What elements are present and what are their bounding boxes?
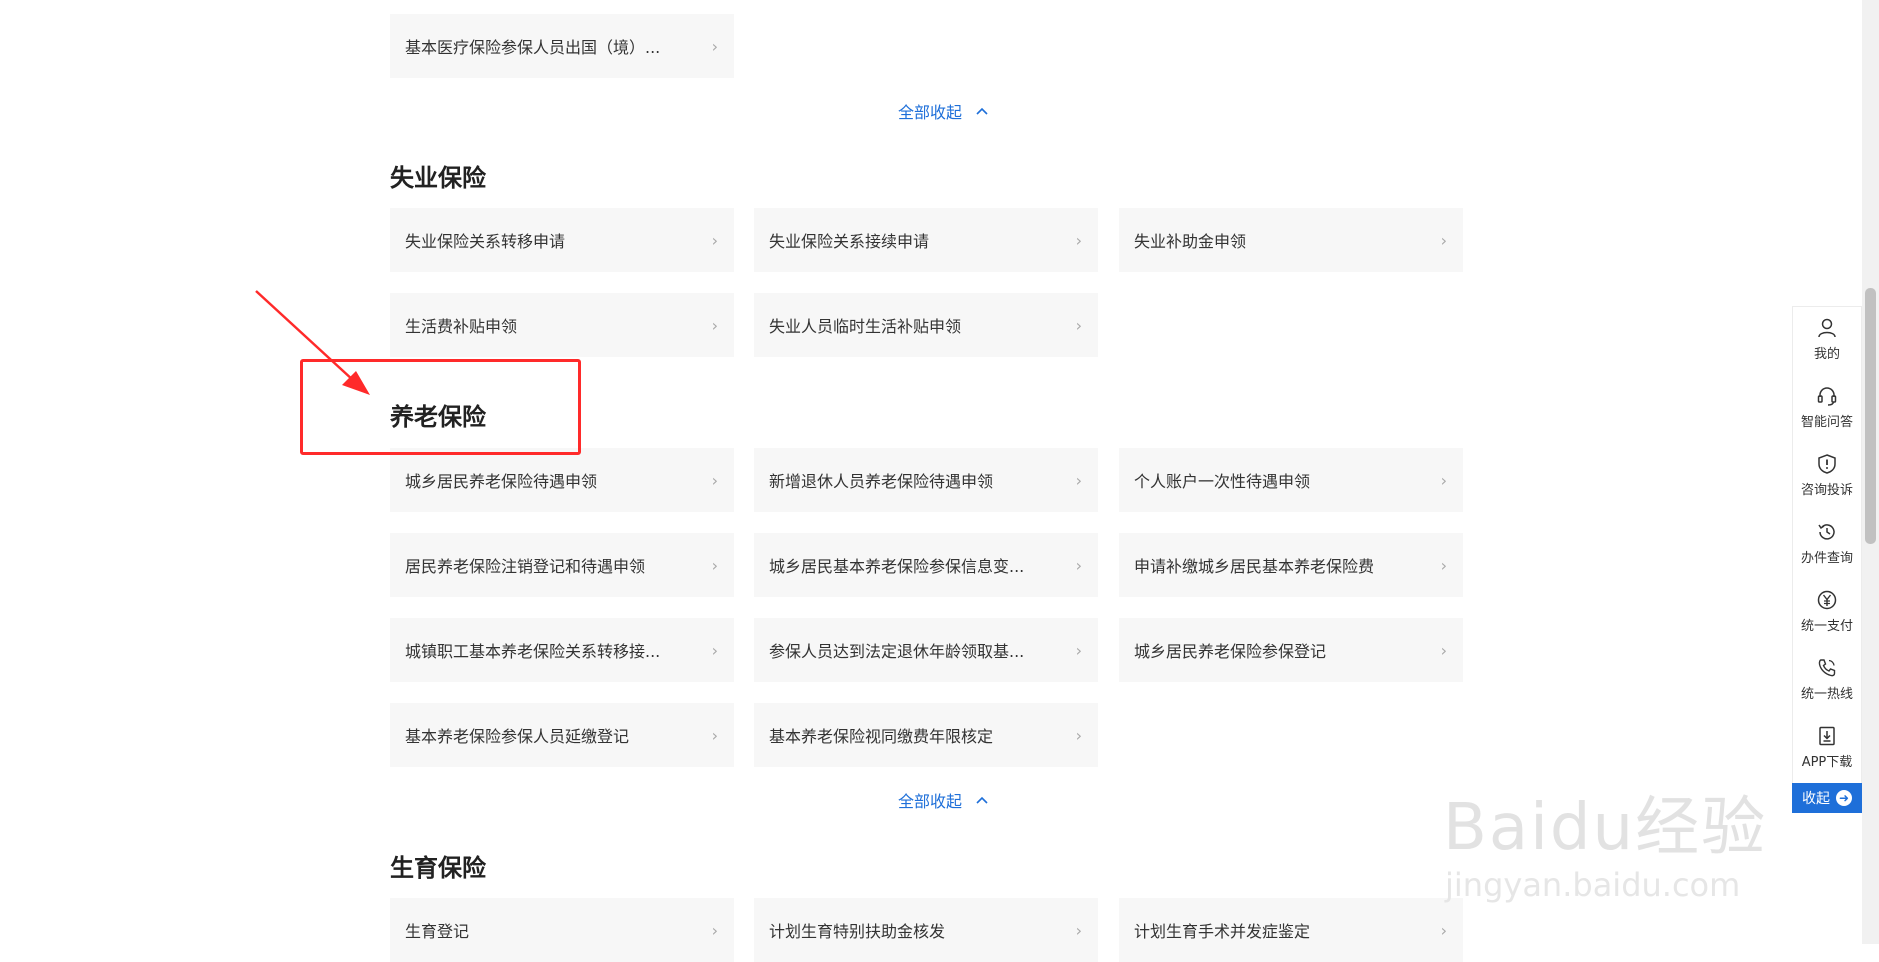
arrow-right-icon: ➜ <box>1836 790 1852 806</box>
chevron-right-icon: › <box>1075 725 1082 745</box>
sidebar-item-label: 我的 <box>1813 347 1840 362</box>
chevron-right-icon: › <box>711 36 718 56</box>
collapse-all-link-medical[interactable]: 全部收起 <box>898 99 988 123</box>
history-icon <box>1818 524 1835 540</box>
section-title-unemployment: 失业保险 <box>390 164 486 192</box>
sidebar-item-label: 智能问答 <box>1800 415 1853 430</box>
chevron-right-icon: › <box>711 640 718 660</box>
service-item[interactable]: 生活费补贴申领 › <box>390 293 734 357</box>
service-item[interactable]: 参保人员达到法定退休年龄领取基... › <box>754 618 1098 682</box>
service-item-label: 城乡居民养老保险待遇申领 <box>405 472 598 491</box>
floating-sidebar: 我的 智能问答 咨询投诉 办件查询 统一支付 统一热线 APP下载 <box>1792 306 1862 813</box>
sidebar-item-hotline[interactable]: 统一热线 <box>1793 657 1861 702</box>
service-item-label: 城乡居民基本养老保险参保信息变... <box>769 557 1025 576</box>
collapse-all-link-pension[interactable]: 全部收起 <box>898 788 988 812</box>
service-item-label: 个人账户一次性待遇申领 <box>1134 472 1311 491</box>
chevron-up-icon <box>976 107 988 115</box>
chevron-right-icon: › <box>1075 470 1082 490</box>
section-title-maternity: 生育保险 <box>390 854 486 882</box>
download-icon <box>1819 726 1835 746</box>
service-item-label: 基本养老保险参保人员延缴登记 <box>405 727 630 746</box>
service-item-label: 参保人员达到法定退休年龄领取基... <box>769 642 1025 661</box>
service-item[interactable]: 计划生育手术并发症鉴定 › <box>1119 898 1463 962</box>
service-item[interactable]: 城乡居民养老保险待遇申领 › <box>390 448 734 512</box>
service-item[interactable]: 新增退休人员养老保险待遇申领 › <box>754 448 1098 512</box>
service-item[interactable]: 城乡居民养老保险参保登记 › <box>1119 618 1463 682</box>
service-item-label: 计划生育特别扶助金核发 <box>769 922 946 941</box>
sidebar-item-label: 咨询投诉 <box>1800 483 1853 498</box>
service-item[interactable]: 失业保险关系转移申请 › <box>390 208 734 272</box>
chevron-right-icon: › <box>711 725 718 745</box>
service-item[interactable]: 城乡居民基本养老保险参保信息变... › <box>754 533 1098 597</box>
sidebar-item-label: 统一热线 <box>1800 687 1853 702</box>
service-item-label: 生活费补贴申领 <box>405 317 518 336</box>
phone-icon <box>1818 659 1836 677</box>
sidebar-collapse-label: 收起 <box>1802 791 1830 807</box>
chevron-right-icon: › <box>1075 555 1082 575</box>
chevron-right-icon: › <box>1075 640 1082 660</box>
chevron-right-icon: › <box>1075 920 1082 940</box>
service-item-label: 失业人员临时生活补贴申领 <box>769 317 962 336</box>
service-item-label: 城镇职工基本养老保险关系转移接... <box>405 642 661 661</box>
service-item[interactable]: 个人账户一次性待遇申领 › <box>1119 448 1463 512</box>
chevron-up-icon <box>976 796 988 804</box>
chevron-right-icon: › <box>1440 470 1447 490</box>
sidebar-item-label: 统一支付 <box>1800 619 1853 634</box>
headset-icon <box>1817 387 1837 406</box>
yen-icon <box>1817 590 1837 610</box>
service-item[interactable]: 基本养老保险参保人员延缴登记 › <box>390 703 734 767</box>
service-item[interactable]: 城镇职工基本养老保险关系转移接... › <box>390 618 734 682</box>
service-item[interactable]: 失业保险关系接续申请 › <box>754 208 1098 272</box>
sidebar-item-label: APP下载 <box>1801 755 1853 770</box>
watermark-url: jingyan.baidu.com <box>1445 866 1741 904</box>
service-item-label: 新增退休人员养老保险待遇申领 <box>769 472 994 491</box>
sidebar-item-app-download[interactable]: APP下载 <box>1793 725 1861 770</box>
shield-alert-icon <box>1818 454 1836 474</box>
sidebar-item-unified-payment[interactable]: 统一支付 <box>1793 589 1861 634</box>
chevron-right-icon: › <box>1075 315 1082 335</box>
sidebar-collapse-button[interactable]: 收起 ➜ <box>1792 783 1862 813</box>
chevron-right-icon: › <box>1440 230 1447 250</box>
service-item[interactable]: 计划生育特别扶助金核发 › <box>754 898 1098 962</box>
watermark-brand: Baidu经验 <box>1443 791 1768 865</box>
collapse-all-label: 全部收起 <box>898 103 963 122</box>
service-item-label: 城乡居民养老保险参保登记 <box>1134 642 1327 661</box>
chevron-right-icon: › <box>1440 640 1447 660</box>
annotation-arrow <box>255 290 370 395</box>
service-item-label: 失业保险关系转移申请 <box>405 232 566 251</box>
chevron-right-icon: › <box>1440 920 1447 940</box>
service-item-label: 基本养老保险视同缴费年限核定 <box>769 727 994 746</box>
service-item-label: 失业补助金申领 <box>1134 232 1247 251</box>
chevron-right-icon: › <box>1440 555 1447 575</box>
service-item-label: 计划生育手术并发症鉴定 <box>1134 922 1311 941</box>
chevron-right-icon: › <box>711 555 718 575</box>
scrollbar-thumb[interactable] <box>1865 288 1876 544</box>
service-item-label: 居民养老保险注销登记和待遇申领 <box>405 557 646 576</box>
service-item[interactable]: 失业人员临时生活补贴申领 › <box>754 293 1098 357</box>
sidebar-item-case-query[interactable]: 办件查询 <box>1793 521 1861 566</box>
service-item[interactable]: 生育登记 › <box>390 898 734 962</box>
sidebar-item-label: 办件查询 <box>1800 551 1853 566</box>
chevron-right-icon: › <box>711 230 718 250</box>
chevron-right-icon: › <box>711 920 718 940</box>
service-item[interactable]: 居民养老保险注销登记和待遇申领 › <box>390 533 734 597</box>
service-item[interactable]: 申请补缴城乡居民基本养老保险费 › <box>1119 533 1463 597</box>
chevron-right-icon: › <box>711 315 718 335</box>
collapse-all-label: 全部收起 <box>898 792 963 811</box>
service-item[interactable]: 失业补助金申领 › <box>1119 208 1463 272</box>
service-item-medical-abroad[interactable]: 基本医疗保险参保人员出国（境）... › <box>390 14 734 78</box>
sidebar-item-smart-qa[interactable]: 智能问答 <box>1793 385 1861 430</box>
chevron-right-icon: › <box>1075 230 1082 250</box>
service-item-label: 生育登记 <box>405 922 470 941</box>
sidebar-item-consult-complaint[interactable]: 咨询投诉 <box>1793 453 1861 498</box>
service-item-label: 基本医疗保险参保人员出国（境）... <box>405 38 661 57</box>
sidebar-item-mine[interactable]: 我的 <box>1793 317 1861 362</box>
service-item-label: 申请补缴城乡居民基本养老保险费 <box>1134 557 1375 576</box>
chevron-right-icon: › <box>711 470 718 490</box>
service-item-label: 失业保险关系接续申请 <box>769 232 930 251</box>
user-icon <box>1818 318 1836 338</box>
service-item[interactable]: 基本养老保险视同缴费年限核定 › <box>754 703 1098 767</box>
